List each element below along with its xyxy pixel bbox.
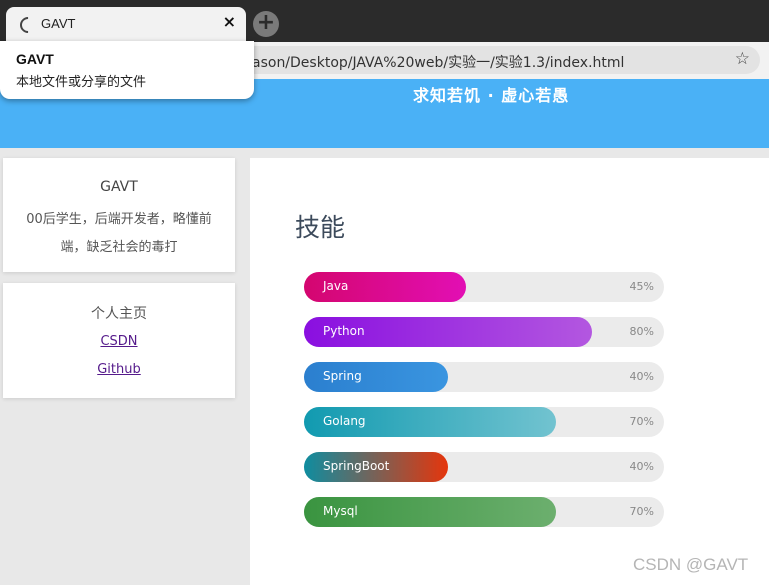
skill-name: Spring [323, 369, 362, 383]
close-tab-icon[interactable]: × [223, 12, 236, 31]
profile-card: GAVT 00后学生，后端开发者，略懂前端，缺乏社会的毒打 [3, 158, 235, 272]
skill-name: Golang [323, 414, 366, 428]
github-link[interactable]: Github [3, 362, 235, 377]
tab-title: GAVT [41, 16, 76, 31]
skill-bar-spring: Spring 40% [304, 362, 664, 392]
skill-name: SpringBoot [323, 459, 390, 473]
skill-name: Python [323, 324, 365, 338]
skill-percent: 70% [629, 415, 654, 428]
skill-bar-mysql: Mysql 70% [304, 497, 664, 527]
browser-tab[interactable]: GAVT × [6, 7, 246, 42]
address-bar[interactable]: ason/Desktop/JAVA%20web/实验一/实验1.3/index.… [230, 46, 760, 74]
star-icon[interactable]: ☆ [735, 49, 750, 69]
new-tab-icon[interactable]: + [253, 11, 279, 37]
url-text[interactable]: ason/Desktop/JAVA%20web/实验一/实验1.3/index.… [252, 52, 624, 72]
tab-strip: GAVT × + [0, 0, 769, 42]
profile-bio: 00后学生，后端开发者，略懂前端，缺乏社会的毒打 [26, 212, 212, 255]
motto-text: 求知若饥 · 虚心若愚 [413, 86, 570, 105]
links-title: 个人主页 [91, 306, 147, 322]
skill-percent: 70% [629, 505, 654, 518]
tab-tooltip: GAVT 本地文件或分享的文件 [0, 41, 254, 99]
skill-percent: 80% [629, 325, 654, 338]
profile-name: GAVT [100, 179, 138, 195]
skill-name: Mysql [323, 504, 358, 518]
skill-bar-java: Java 45% [304, 272, 664, 302]
skills-title: 技能 [295, 213, 346, 242]
watermark: CSDN @GAVT [633, 555, 749, 574]
skill-name: Java [323, 279, 349, 293]
loading-spinner-icon [16, 13, 40, 37]
skill-bar-springboot: SpringBoot 40% [304, 452, 664, 482]
skill-percent: 45% [629, 280, 654, 293]
skill-percent: 40% [629, 370, 654, 383]
csdn-link[interactable]: CSDN [3, 334, 235, 349]
tooltip-subtitle: 本地文件或分享的文件 [16, 75, 147, 90]
skill-percent: 40% [629, 460, 654, 473]
skill-bar-python: Python 80% [304, 317, 664, 347]
homepage-links-card: 个人主页 CSDN Github [3, 283, 235, 398]
skill-bar-golang: Golang 70% [304, 407, 664, 437]
skills-panel: 技能 Java 45% Python 80% Spring 40% Golang… [250, 158, 769, 585]
tooltip-title: GAVT [16, 51, 54, 67]
